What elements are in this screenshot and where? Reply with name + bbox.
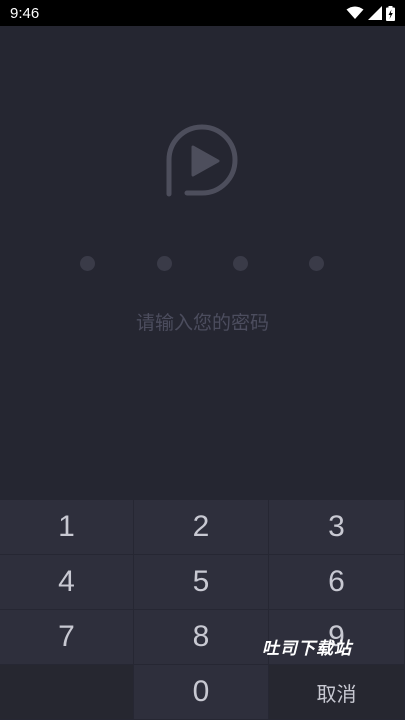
key-8[interactable]: 8	[134, 610, 269, 665]
key-4[interactable]: 4	[0, 555, 134, 610]
status-bar: 9:46	[0, 0, 405, 26]
cancel-button[interactable]: 取消	[269, 665, 405, 720]
numeric-keypad: 1 2 3 4 5 6 7 8 9 0 取消	[0, 500, 405, 720]
key-blank	[0, 665, 134, 720]
lock-screen: 请输入您的密码	[0, 26, 405, 500]
key-2[interactable]: 2	[134, 500, 269, 555]
pin-dot	[233, 256, 248, 271]
key-7[interactable]: 7	[0, 610, 134, 665]
pin-dot	[157, 256, 172, 271]
key-1[interactable]: 1	[0, 500, 134, 555]
pin-dots	[0, 256, 405, 272]
battery-charging-icon	[386, 5, 395, 21]
play-logo-icon	[166, 124, 238, 197]
key-3[interactable]: 3	[269, 500, 405, 555]
watermark: 吐司下载站	[262, 639, 352, 659]
key-6[interactable]: 6	[269, 555, 405, 610]
key-5[interactable]: 5	[134, 555, 269, 610]
signal-icon	[368, 6, 382, 20]
wifi-icon	[346, 6, 364, 19]
status-time: 9:46	[10, 4, 40, 22]
status-icons	[346, 5, 395, 21]
pin-dot	[80, 256, 95, 271]
pin-dot	[309, 256, 324, 271]
password-prompt: 请输入您的密码	[135, 312, 269, 334]
key-0[interactable]: 0	[134, 665, 269, 720]
